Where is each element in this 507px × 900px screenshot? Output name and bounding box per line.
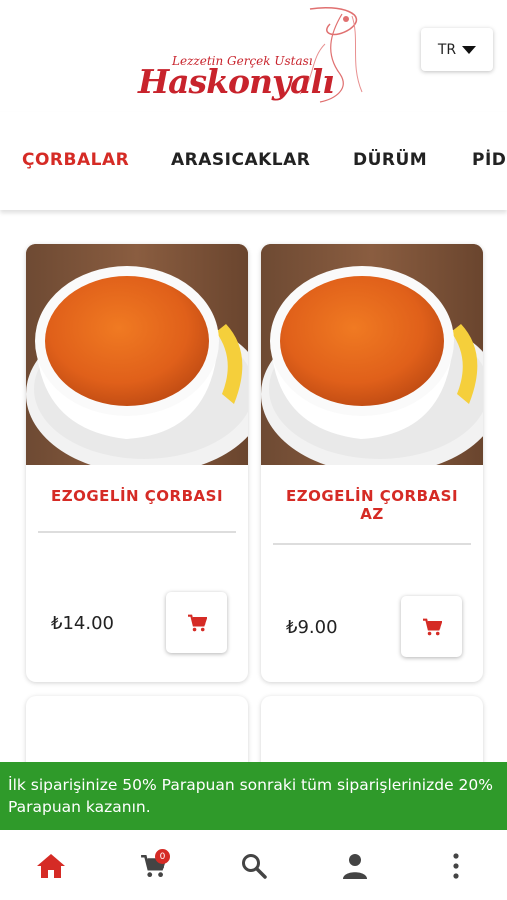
product-name: EZOGELİN ÇORBASI AZ: [285, 487, 459, 523]
product-card[interactable]: [261, 696, 483, 762]
product-card[interactable]: EZOGELİN ÇORBASI ₺14.00: [26, 244, 248, 682]
add-to-cart-button[interactable]: [401, 596, 462, 657]
tab-durum[interactable]: DÜRÜM: [353, 150, 427, 170]
product-price: ₺9.00: [286, 617, 338, 638]
cart-icon: [422, 618, 442, 635]
product-image: [261, 244, 483, 465]
user-icon: [343, 854, 367, 879]
category-tabs: ÇORBALAR ARASICAKLAR DÜRÜM PİDE: [0, 112, 507, 210]
nav-more[interactable]: [436, 850, 476, 882]
nav-search[interactable]: [234, 850, 274, 882]
tab-corbalar[interactable]: ÇORBALAR: [22, 150, 129, 170]
nav-cart[interactable]: 0: [133, 849, 173, 882]
language-selector[interactable]: TR: [421, 28, 493, 71]
card-divider: [273, 543, 471, 545]
language-label: TR: [437, 41, 457, 58]
nav-account[interactable]: [335, 850, 375, 882]
brand-logo[interactable]: Lezzetin Gerçek Ustası Haskonyalı: [130, 4, 380, 108]
add-to-cart-button[interactable]: [166, 592, 227, 653]
card-divider: [38, 531, 236, 533]
tab-pide[interactable]: PİDE: [472, 150, 507, 170]
tab-arasicaklar[interactable]: ARASICAKLAR: [171, 150, 310, 170]
caret-down-icon: [462, 45, 477, 54]
product-card[interactable]: EZOGELİN ÇORBASI AZ ₺9.00: [261, 244, 483, 682]
product-card[interactable]: [26, 696, 248, 762]
product-name: EZOGELİN ÇORBASI: [50, 487, 224, 505]
app-header: Lezzetin Gerçek Ustası Haskonyalı TR: [0, 0, 507, 112]
promo-banner: İlk siparişinize 50% Parapuan sonraki tü…: [0, 762, 507, 830]
search-icon: [242, 854, 267, 879]
cart-count-badge: 0: [155, 849, 170, 864]
nav-home[interactable]: [31, 850, 71, 882]
bottom-nav: 0: [0, 830, 507, 900]
more-icon: [453, 853, 459, 879]
home-icon: [37, 854, 65, 878]
product-price: ₺14.00: [51, 613, 114, 634]
cart-icon: [187, 614, 207, 631]
brand-name: Haskonyalı: [138, 62, 335, 101]
product-grid: EZOGELİN ÇORBASI ₺14.00 EZOGELİN ÇORBASI…: [0, 210, 507, 762]
product-image: [26, 244, 248, 465]
